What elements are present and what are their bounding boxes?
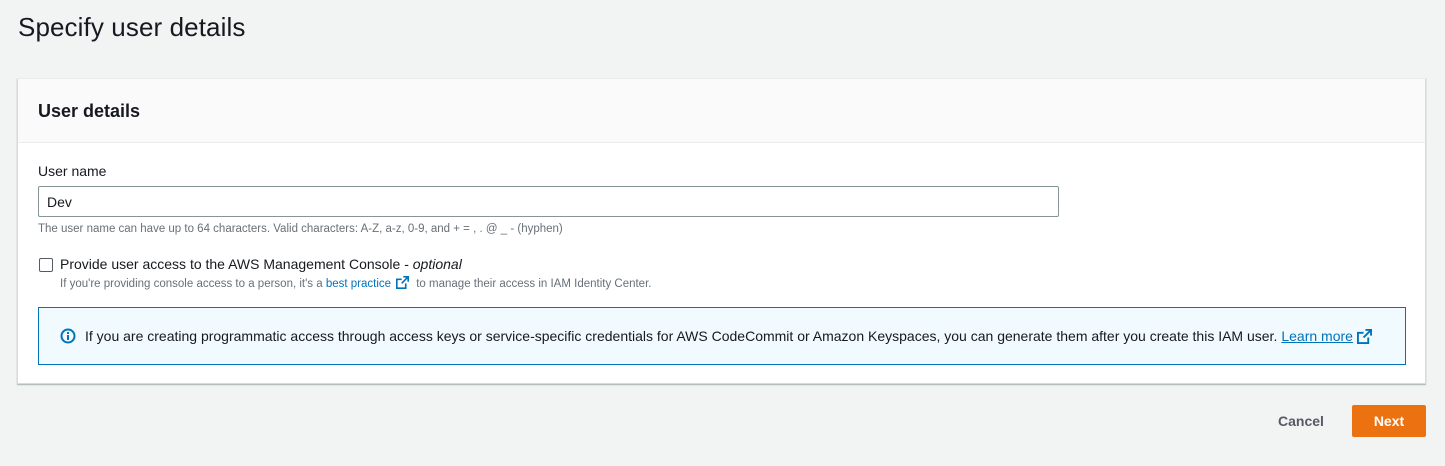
desc-suffix: to manage their access in IAM Identity C… [413,278,652,290]
next-button[interactable]: Next [1352,405,1426,437]
user-details-container: User details User name The user name can… [17,78,1426,384]
page-title: Specify user details [18,12,246,42]
info-icon [60,328,76,344]
info-alert: If you are creating programmatic access … [38,307,1406,365]
user-name-hint: The user name can have up to 64 characte… [38,223,563,235]
user-name-label: User name [38,163,107,179]
console-access-description: If you're providing console access to a … [60,276,651,292]
best-practice-link[interactable]: best practice [326,278,391,290]
info-alert-text: If you are creating programmatic access … [85,328,1278,344]
container-title: User details [38,101,141,121]
external-link-icon[interactable] [1356,328,1372,344]
container-header: User details [18,79,1425,143]
console-access-label[interactable]: Provide user access to the AWS Managemen… [60,256,462,272]
optional-tag: optional [412,256,462,272]
external-link-icon[interactable] [396,276,410,292]
desc-prefix: If you're providing console access to a … [60,278,326,290]
learn-more-link[interactable]: Learn more [1281,328,1353,344]
user-name-input[interactable] [38,186,1059,217]
console-access-label-text: Provide user access to the AWS Managemen… [60,256,413,272]
console-access-checkbox[interactable] [39,258,53,272]
cancel-button[interactable]: Cancel [1265,405,1337,437]
